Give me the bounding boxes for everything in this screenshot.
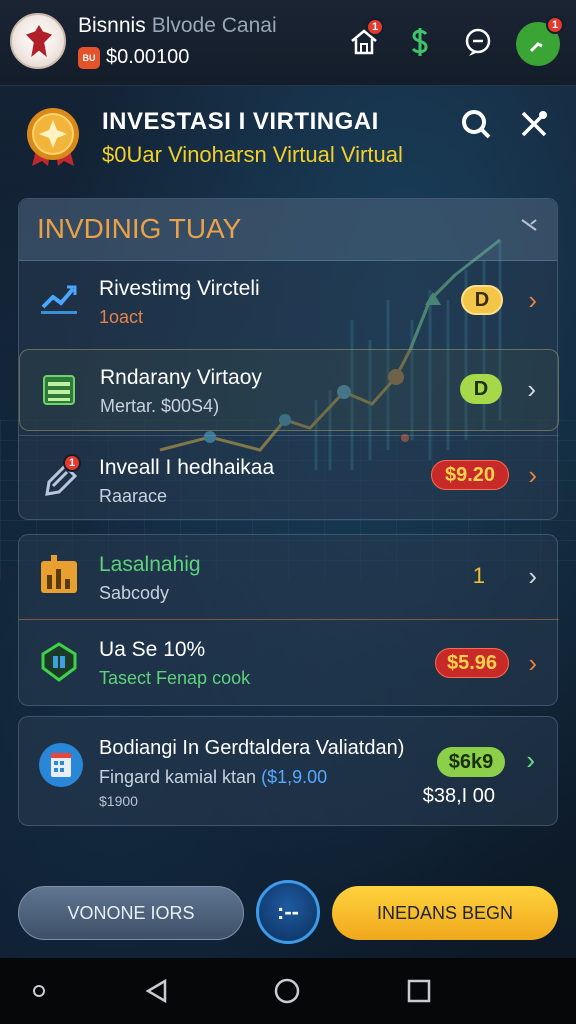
nav-home-button[interactable] (272, 976, 302, 1006)
trend-chart-icon (41, 285, 77, 314)
app-name-main: Bisnnis (78, 14, 146, 37)
balance-row: BU $0.00100 (78, 46, 189, 69)
home-circle-icon (274, 978, 300, 1004)
page-title: INVESTASI I VIRTINGAI (102, 108, 379, 135)
list-item[interactable]: Lasalnahig Sabcody 1 › (19, 535, 559, 619)
recents-square-icon (407, 979, 431, 1003)
page-subtitle: $0Uar Vinoharsn Virtual Virtual (102, 142, 403, 167)
tools-button[interactable] (514, 104, 554, 144)
medal-icon (27, 108, 79, 166)
detail-subtitle-text: Fingard kamial ktan (99, 767, 257, 787)
price-badge: $9.20 (431, 460, 509, 490)
primary-action-button[interactable]: INEDANS BEGN (332, 886, 558, 940)
row-subtitle: Raarace (99, 486, 168, 506)
avatar[interactable] (10, 13, 66, 69)
chevron-right-icon[interactable]: › (528, 285, 537, 316)
row-title: Inveall I hedhaikaa (99, 456, 275, 479)
summary-panel: Lasalnahig Sabcody 1 › Ua Se 10% Tasect … (18, 534, 559, 706)
detail-subtitle: Fingard kamial ktan ($1,9.00 (99, 767, 327, 788)
tools-icon (521, 111, 547, 137)
back-triangle-icon (145, 978, 167, 1004)
detail-title: Bodiangi In Gerdtaldera Valiatdan) (99, 737, 405, 759)
profile-notif-badge: 1 (546, 16, 564, 34)
balance-value: $0.00100 (106, 46, 190, 68)
garuda-emblem-icon (26, 25, 52, 57)
menu-button[interactable]: :-- (256, 880, 320, 944)
row-title: Ua Se 10% (99, 638, 206, 661)
top-bar: Bisnnis Blvode Canai BU $0.00100 1 1 (0, 0, 576, 86)
home-button[interactable]: 1 (344, 18, 384, 62)
chevron-right-icon[interactable]: › (527, 374, 536, 405)
search-button[interactable] (456, 104, 496, 144)
detail-panel[interactable]: Bodiangi In Gerdtaldera Valiatdan) Finga… (18, 716, 558, 826)
system-nav-bar (0, 958, 576, 1024)
row-value: 1 (472, 563, 485, 588)
row-subtitle: Sabcody (99, 583, 170, 603)
list-item[interactable]: 1 Inveall I hedhaikaa Raarace $9.20 › (19, 435, 559, 519)
row-notif-badge: 1 (63, 454, 81, 472)
chevron-right-icon[interactable]: › (528, 648, 537, 679)
dollar-icon (411, 28, 428, 56)
chat-button[interactable] (458, 22, 498, 62)
chevron-right-icon[interactable]: › (526, 745, 535, 776)
bar-chart-icon (41, 555, 77, 593)
trading-panel-header: INVDINIG TUAY (19, 199, 557, 261)
price-badge: $5.96 (435, 648, 509, 678)
detail-value: $38,I 00 (422, 785, 495, 807)
price-badge: $6k9 (437, 747, 505, 777)
balance-badge: BU (78, 46, 100, 69)
trading-panel: INVDINIG TUAY Rivestimg Vircteli 1oact D… (18, 198, 559, 520)
money-stack-icon (43, 375, 75, 405)
nav-back-button[interactable] (142, 976, 172, 1006)
detail-subtitle-value: ($1,9.00 (261, 767, 328, 787)
list-item[interactable]: Rndarany Virtaoy Mertar. $00S4) D › (19, 349, 559, 431)
list-item[interactable]: Rivestimg Vircteli 1oact D › (19, 261, 559, 341)
row-subtitle: Mertar. $00S4) (100, 396, 220, 416)
shield-icon (41, 642, 77, 682)
chevron-right-icon[interactable]: › (528, 460, 537, 491)
currency-button[interactable] (400, 22, 440, 62)
row-subtitle: 1oact (99, 307, 144, 327)
app-name: Bisnnis Blvode Canai (78, 14, 277, 38)
nav-recents-button[interactable] (404, 976, 434, 1006)
chat-icon (465, 28, 491, 56)
home-notif-badge: 1 (366, 18, 384, 36)
list-item[interactable]: Ua Se 10% Tasect Fenap cook $5.96 › (19, 619, 559, 705)
detail-small-text: $1900 (99, 793, 138, 809)
collapse-icon (521, 219, 537, 231)
dot-icon (33, 985, 45, 997)
status-badge: D (460, 374, 502, 404)
chevron-right-icon[interactable]: › (528, 561, 537, 592)
search-icon (462, 110, 491, 139)
row-title: Lasalnahig (99, 553, 201, 576)
row-title: Rivestimg Vircteli (99, 277, 260, 300)
trading-panel-title: INVDINIG TUAY (37, 213, 242, 244)
profile-action-button[interactable]: 1 (516, 16, 564, 66)
nav-dot-button[interactable] (24, 976, 54, 1006)
status-badge: D (461, 285, 503, 315)
calculator-icon (39, 743, 83, 787)
secondary-action-button[interactable]: VONONE IORS (18, 886, 244, 940)
app-name-secondary: Blvode Canai (151, 14, 277, 37)
row-title: Rndarany Virtaoy (100, 366, 262, 389)
collapse-button[interactable] (519, 215, 539, 241)
row-subtitle: Tasect Fenap cook (99, 668, 251, 688)
check-icon (529, 42, 543, 53)
